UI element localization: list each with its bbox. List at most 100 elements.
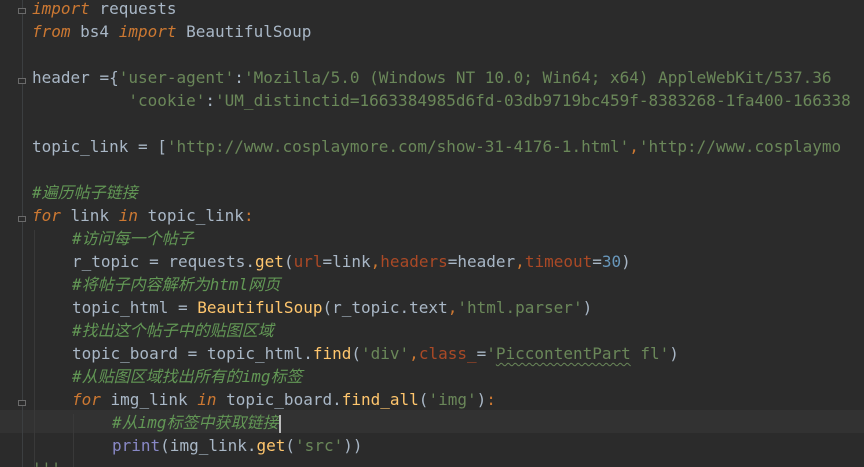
operator: : <box>205 91 216 110</box>
operator: ( <box>285 436 296 455</box>
code-line-18[interactable]: for img_link in topic_board.find_all('im… <box>72 388 496 411</box>
code-line-1[interactable]: import requests <box>32 0 177 20</box>
operator: , <box>370 252 381 271</box>
comment: #找出这个帖子中的贴图区域 <box>72 321 274 340</box>
operator: , <box>629 137 639 156</box>
operator: , <box>515 252 525 271</box>
operator: , <box>447 298 458 317</box>
identifier: (r_topic.text <box>322 298 448 317</box>
keyword: for <box>32 206 61 225</box>
code-line-10[interactable]: for link in topic_link: <box>32 204 254 227</box>
function-name: find <box>312 344 352 363</box>
operator: ={ <box>99 68 119 87</box>
code-line-16[interactable]: topic_board = topic_html.find('div',clas… <box>72 342 679 365</box>
fold-gutter-line <box>22 0 23 467</box>
code-line-12[interactable]: r_topic = requests.get(url=link,headers=… <box>72 250 631 273</box>
string-literal: 'http://www.cosplaymo <box>638 137 842 156</box>
gutter <box>0 0 30 467</box>
operator: ( <box>418 390 429 409</box>
operator: ) <box>669 344 679 363</box>
identifier: topic_link = [ <box>32 137 167 156</box>
operator: ) <box>621 252 631 271</box>
code-line-4[interactable]: header ={'user-agent':'Mozilla/5.0 (Wind… <box>32 66 832 89</box>
code-editor[interactable]: import requests from bs4 import Beautifu… <box>0 0 864 467</box>
comment: #访问每一个帖子 <box>72 229 194 248</box>
string-literal: ''' <box>32 459 61 467</box>
string-literal-typo: PiccontentPart <box>495 344 631 363</box>
identifier: bs4 <box>70 22 119 41</box>
keyword: import <box>32 0 90 18</box>
operator: ) <box>582 298 593 317</box>
keyword-argument: url <box>293 252 323 271</box>
keyword: from <box>32 22 71 41</box>
code-line-17[interactable]: #从贴图区域找出所有的img标签 <box>72 365 303 388</box>
code-line-21[interactable]: ''' <box>32 457 61 467</box>
code-line-15[interactable]: #找出这个帖子中的贴图区域 <box>72 319 274 342</box>
fold-marker-icon[interactable] <box>18 8 26 14</box>
string-literal: 'cookie' <box>128 91 206 110</box>
operator: = <box>592 252 602 271</box>
identifier: topic_link <box>137 206 244 225</box>
fold-marker-icon[interactable] <box>18 78 26 84</box>
string-literal: 'Mozilla/5.0 (Windows NT 10.0; Win64; x6… <box>243 68 832 87</box>
operator: )) <box>343 436 363 455</box>
operator: = <box>476 344 487 363</box>
function-name: get <box>256 436 286 455</box>
code-line-11[interactable]: #访问每一个帖子 <box>72 227 194 250</box>
fold-marker-icon[interactable] <box>18 216 26 222</box>
code-line-5[interactable]: 'cookie':'UM_distinctid=1663384985d6fd-0… <box>32 89 851 112</box>
keyword: import <box>118 22 177 41</box>
comment: #将帖子内容解析为html网页 <box>72 275 281 294</box>
keyword-argument: class_ <box>418 344 477 363</box>
identifier: r_topic = requests. <box>72 252 256 271</box>
string-literal: 'http://www.cosplaymore.com/show-31-4176… <box>166 137 630 156</box>
identifier: topic_board. <box>216 390 342 409</box>
comment: #从img标签中获取链接 <box>112 413 279 432</box>
identifier: requests <box>89 0 177 18</box>
operator: ( <box>283 252 294 271</box>
operator: ( <box>351 344 361 363</box>
code-line-2[interactable]: from bs4 import BeautifulSoup <box>32 20 311 43</box>
function-name: get <box>255 252 284 271</box>
operator: ) <box>476 390 487 409</box>
comment: #遍历帖子链接 <box>32 183 138 202</box>
code-line-7[interactable]: topic_link = ['http://www.cosplaymore.co… <box>32 135 841 158</box>
string-literal: 'html.parser' <box>457 298 583 317</box>
operator: : <box>243 206 254 225</box>
code-line-20[interactable]: print(img_link.get('src')) <box>112 434 362 457</box>
identifier: topic_html = <box>72 298 198 317</box>
code-line-13[interactable]: #将帖子内容解析为html网页 <box>72 273 280 296</box>
code-line-19[interactable]: #从img标签中获取链接 <box>112 411 281 434</box>
identifier: =header <box>447 252 516 271</box>
identifier: header <box>32 68 100 87</box>
keyword-argument: headers <box>380 252 448 271</box>
keyword-argument: timeout <box>524 252 593 271</box>
builtin-function: print <box>112 436 161 455</box>
operator: , <box>409 344 419 363</box>
string-literal: 'div' <box>361 344 410 363</box>
code-line-9[interactable]: #遍历帖子链接 <box>32 181 138 204</box>
keyword: in <box>197 390 217 409</box>
code-line-14[interactable]: topic_html = BeautifulSoup(r_topic.text,… <box>72 296 592 319</box>
keyword: for <box>72 390 101 409</box>
identifier: topic_board = topic_html. <box>72 344 313 363</box>
string-literal: 'img' <box>428 390 477 409</box>
function-name: find_all <box>341 390 419 409</box>
operator: : <box>486 390 496 409</box>
string-literal: 'UM_distinctid=1663384985d6fd-03db9719bc… <box>215 91 851 110</box>
string-literal: fl' <box>630 344 670 363</box>
function-name: BeautifulSoup <box>197 298 323 317</box>
indent-guide <box>73 414 74 467</box>
identifier: (img_link. <box>160 436 257 455</box>
string-literal: ' <box>486 344 496 363</box>
operator: : <box>234 68 244 87</box>
identifier: =link <box>322 252 371 271</box>
indent-guide <box>34 230 35 467</box>
identifier: link <box>60 206 119 225</box>
fold-marker-icon[interactable] <box>18 400 26 406</box>
identifier: img_link <box>100 390 198 409</box>
text-cursor <box>278 414 281 433</box>
keyword: in <box>118 206 138 225</box>
comment: #从贴图区域找出所有的img标签 <box>72 367 303 386</box>
